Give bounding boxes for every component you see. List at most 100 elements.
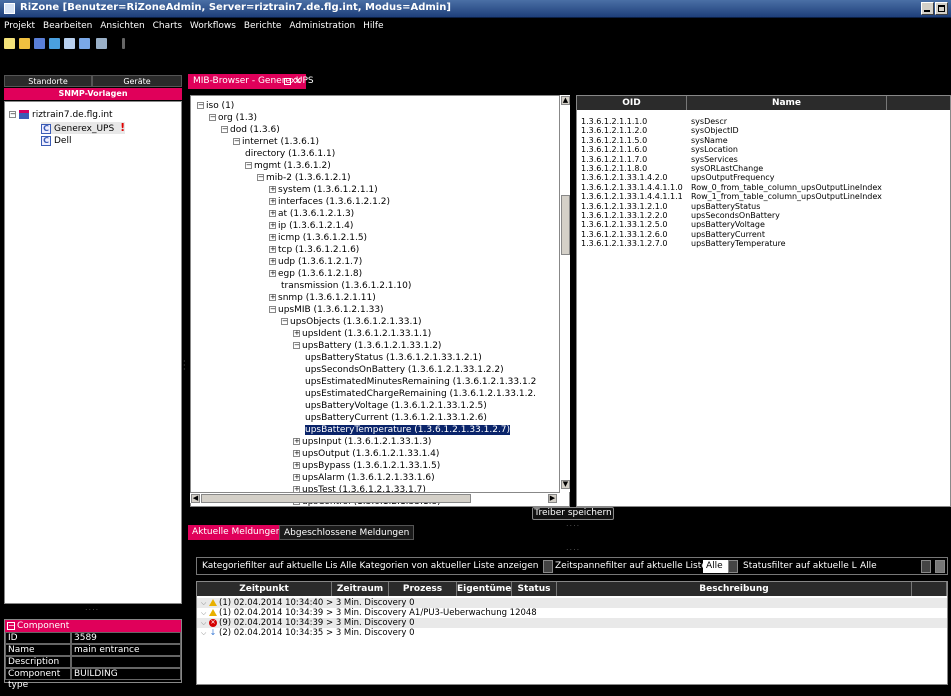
tab-geraete[interactable]: Geräte (92, 75, 182, 87)
mib-tree-node[interactable]: upsSecondsOnBattery (1.3.6.1.2.1.33.1.2.… (305, 364, 504, 376)
mib-tree-node[interactable]: + interfaces (1.3.6.1.2.1.2) (269, 196, 390, 208)
mib-tree-node[interactable]: + udp (1.3.6.1.2.1.7) (269, 256, 362, 268)
mib-tree-node[interactable]: directory (1.3.6.1.1) (245, 148, 335, 160)
time-filter-select[interactable]: Alle (703, 560, 729, 573)
connect-icon[interactable] (49, 38, 60, 49)
collapse-icon[interactable]: − (293, 342, 300, 349)
mib-tree-node[interactable]: − internet (1.3.6.1) (233, 136, 319, 148)
chevron-down-icon[interactable] (921, 560, 931, 573)
expand-icon[interactable]: + (269, 198, 276, 205)
mib-tree-node[interactable]: − upsBattery (1.3.6.1.2.1.33.1.2) (293, 340, 441, 352)
tree-item-dell[interactable]: C Dell (41, 135, 71, 147)
table-row[interactable]: ⌵ ✕ (9) 02.04.2014 10:34:39 > 3 Min. Disco… (197, 618, 947, 628)
menu-ansichten[interactable]: Ansichten (95, 18, 144, 31)
mib-tree-node[interactable]: − mib-2 (1.3.6.1.2.1) (257, 172, 351, 184)
expand-icon[interactable]: + (269, 294, 276, 301)
menu-bearbeiten[interactable]: Bearbeiten (38, 18, 92, 31)
column-header-oid[interactable]: OID (577, 96, 687, 110)
chevron-down-icon[interactable] (728, 560, 738, 573)
import-icon[interactable] (79, 38, 90, 49)
mib-tree-node[interactable]: + system (1.3.6.1.2.1.1) (269, 184, 378, 196)
mib-tree-node[interactable]: upsBatteryStatus (1.3.6.1.2.1.33.1.2.1) (305, 352, 482, 364)
table-row[interactable]: ⌵ ↓ (2) 02.04.2014 10:34:35 > 3 Min. Disco… (197, 628, 947, 638)
mib-tree-node[interactable]: + tcp (1.3.6.1.2.1.6) (269, 244, 359, 256)
maximize-button[interactable] (935, 2, 948, 15)
collapse-icon[interactable]: − (281, 318, 288, 325)
chevron-down-icon[interactable]: ⌵ (201, 598, 209, 608)
open-icon[interactable] (19, 38, 30, 49)
mib-tree-node[interactable]: + snmp (1.3.6.1.2.1.11) (269, 292, 376, 304)
mib-tree-node[interactable]: upsBatteryTemperature (1.3.6.1.2.1.33.1.… (303, 424, 512, 436)
scrollbar-thumb[interactable] (561, 195, 570, 255)
chevron-down-icon[interactable] (543, 560, 553, 573)
mib-tree-vertical-scrollbar[interactable]: ▲ ▼ (559, 95, 570, 492)
mib-tree-node[interactable]: + upsAlarm (1.3.6.1.2.1.33.1.6) (293, 472, 435, 484)
scroll-down-icon[interactable]: ▼ (561, 480, 570, 489)
close-icon[interactable]: ✕ (294, 74, 302, 89)
column-header-empty[interactable] (887, 96, 950, 110)
menu-hilfe[interactable]: Hilfe (358, 18, 383, 31)
mib-tree-node[interactable]: + egp (1.3.6.1.2.1.8) (269, 268, 362, 280)
save-icon[interactable] (34, 38, 45, 49)
menu-berichte[interactable]: Berichte (239, 18, 282, 31)
collapse-icon[interactable]: − (7, 622, 15, 630)
expand-icon[interactable]: + (269, 246, 276, 253)
expand-icon[interactable]: + (269, 210, 276, 217)
column-header-zeitraum[interactable]: Zeitraum (332, 582, 389, 596)
status-filter-select[interactable]: Alle (857, 560, 919, 573)
mib-tree-horizontal-scrollbar[interactable]: ◀ ▶ (190, 492, 560, 503)
expand-icon[interactable]: + (269, 186, 276, 193)
tree-server-node[interactable]: − riztrain7.de.flg.int (9, 109, 113, 121)
mib-tree-node[interactable]: + upsIdent (1.3.6.1.2.1.33.1.1) (293, 328, 431, 340)
mib-tree-node[interactable]: − mgmt (1.3.6.1.2) (245, 160, 331, 172)
scroll-right-icon[interactable]: ▶ (548, 494, 557, 503)
mib-tree-node[interactable]: + ip (1.3.6.1.2.1.4) (269, 220, 353, 232)
mib-tree-node[interactable]: + upsOutput (1.3.6.1.2.1.33.1.4) (293, 448, 439, 460)
mib-tree-node[interactable]: − iso (1) (197, 100, 234, 112)
menu-workflows[interactable]: Workflows (185, 18, 236, 31)
chevron-down-icon[interactable]: ⌵ (201, 628, 209, 638)
tab-standorte[interactable]: Standorte (4, 75, 92, 87)
category-filter-select[interactable]: Alle Kategorien von aktueller Liste anze… (337, 560, 541, 573)
expand-icon[interactable]: + (293, 474, 300, 481)
expand-icon[interactable]: + (269, 222, 276, 229)
mib-tree-node[interactable]: − upsMIB (1.3.6.1.2.1.33) (269, 304, 384, 316)
splitter-handle[interactable]: .... (85, 603, 99, 612)
collapse-icon[interactable]: − (9, 111, 16, 118)
property-value[interactable]: main entrance (71, 644, 181, 656)
menu-charts[interactable]: Charts (148, 18, 182, 31)
mib-tree-node[interactable]: + icmp (1.3.6.1.2.1.5) (269, 232, 367, 244)
property-value[interactable] (71, 656, 181, 668)
collapse-icon[interactable]: − (269, 306, 276, 313)
expand-icon[interactable]: + (293, 330, 300, 337)
scroll-up-icon[interactable]: ▲ (561, 96, 570, 105)
table-row[interactable]: ⌵ (1) 02.04.2014 10:34:39 > 3 Min. Discov… (197, 608, 947, 618)
mib-tree-node[interactable]: upsBatteryVoltage (1.3.6.1.2.1.33.1.2.5) (305, 400, 487, 412)
new-icon[interactable] (4, 38, 15, 49)
column-header-beschreibung[interactable]: Beschreibung (557, 582, 912, 596)
collapse-icon[interactable]: − (209, 114, 216, 121)
expand-icon[interactable]: + (269, 270, 276, 277)
column-header-zeitpunkt[interactable]: Zeitpunkt (197, 582, 332, 596)
mib-tree-node[interactable]: upsEstimatedMinutesRemaining (1.3.6.1.2.… (305, 376, 536, 388)
expand-icon[interactable]: + (293, 438, 300, 445)
mib-tree-node[interactable]: − dod (1.3.6) (221, 124, 280, 136)
tab-current-messages[interactable]: Aktuelle Meldungen (188, 525, 286, 540)
column-header-name[interactable]: Name (687, 96, 887, 110)
collapse-icon[interactable]: − (245, 162, 252, 169)
vertical-splitter[interactable]: · · · (183, 358, 186, 374)
forward-icon[interactable] (64, 38, 75, 49)
menu-projekt[interactable]: Projekt (0, 18, 35, 31)
expand-icon[interactable]: + (269, 258, 276, 265)
expand-icon[interactable]: + (293, 450, 300, 457)
table-row[interactable]: 1.3.6.1.2.1.33.1.2.7.0 upsBatteryTemperat… (577, 239, 950, 249)
column-header-status[interactable]: Status (512, 582, 557, 596)
column-header-eigentuemer[interactable]: Eigentümer (457, 582, 516, 596)
pin-icon[interactable] (284, 78, 291, 85)
expand-icon[interactable]: + (269, 234, 276, 241)
component-header[interactable]: − Component (5, 620, 181, 632)
collapse-icon[interactable]: − (221, 126, 228, 133)
snmp-templates-header[interactable]: SNMP-Vorlagen (4, 88, 182, 100)
column-header-empty[interactable] (912, 582, 947, 596)
mib-tree-node[interactable]: upsBatteryCurrent (1.3.6.1.2.1.33.1.2.6) (305, 412, 487, 424)
